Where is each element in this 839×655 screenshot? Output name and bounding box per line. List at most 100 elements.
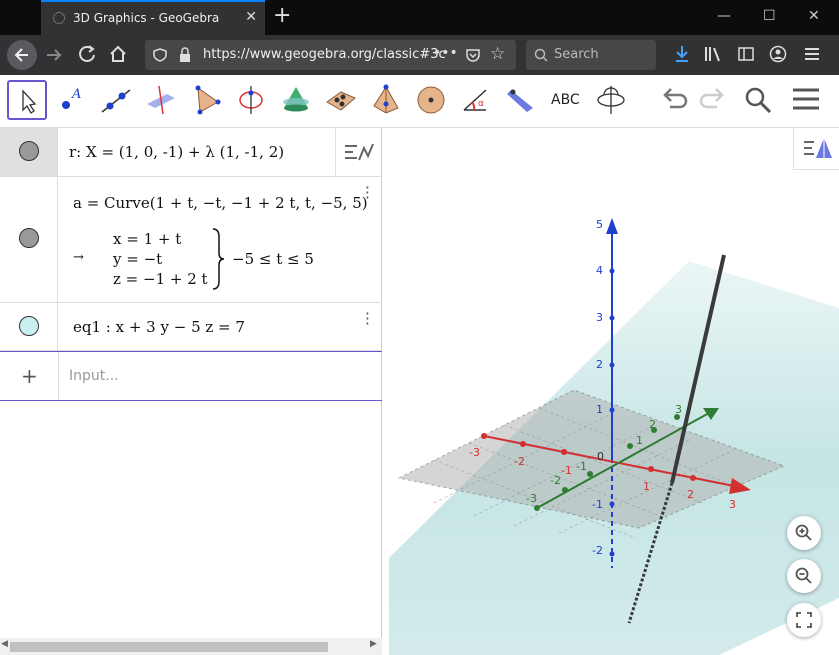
line-tool[interactable]	[96, 80, 136, 120]
visibility-toggle[interactable]	[19, 141, 39, 161]
z-tick-4: 4	[596, 264, 603, 277]
y-tick-1: 1	[636, 434, 643, 447]
download-icon[interactable]	[674, 45, 690, 63]
add-icon[interactable]: +	[21, 364, 38, 388]
account-icon[interactable]	[769, 45, 787, 63]
forward-icon[interactable]	[44, 45, 64, 65]
zoom-out-button[interactable]	[787, 559, 821, 593]
sphere-icon	[417, 86, 445, 114]
library-icon[interactable]	[704, 45, 722, 63]
browser-tabbar: 3D Graphics - GeoGebra ✕ + — ☐ ✕	[0, 0, 839, 35]
maximize-icon[interactable]: ☐	[763, 8, 776, 24]
more-options-icon[interactable]: · · ·	[365, 180, 370, 206]
lock-icon	[180, 47, 190, 62]
x-tick-m3: -3	[469, 446, 480, 459]
pyramid-tool[interactable]	[366, 80, 406, 120]
sphere-tool[interactable]	[411, 80, 451, 120]
fullscreen-button[interactable]	[787, 603, 821, 637]
back-arrow-icon	[14, 48, 28, 62]
loading-icon	[53, 12, 65, 24]
row-marker	[0, 177, 58, 302]
search-field[interactable]: Search	[526, 40, 656, 70]
window-close-icon[interactable]: ✕	[808, 8, 820, 24]
point-icon: A	[62, 87, 81, 109]
graphics-3d-canvas[interactable]: 5 4 3 2 1 -1 -2 -3 -2 -1 1 2 3 -3 -2 -1 …	[389, 128, 839, 655]
text-tool[interactable]: ABC	[546, 80, 586, 120]
line-definition: r: X = (1, 0, -1) + λ (1, -1, 2)	[69, 143, 285, 161]
new-tab-icon[interactable]: +	[273, 4, 291, 28]
svg-text:α: α	[478, 99, 484, 109]
z-axis-arrow	[606, 218, 618, 234]
curve-y: y = −t	[113, 250, 163, 268]
close-tab-icon[interactable]: ✕	[245, 9, 257, 25]
fullscreen-icon	[796, 612, 812, 628]
perpendicular-plane-icon	[147, 85, 175, 115]
zoom-in-button[interactable]	[787, 516, 821, 550]
algebra-row-line[interactable]: r: X = (1, 0, -1) + λ (1, -1, 2)	[0, 128, 382, 177]
y-tick-m3: -3	[526, 492, 537, 505]
plane-equation: eq1 : x + 3 y − 5 z = 7	[73, 318, 245, 336]
graphics-style-icon	[804, 138, 832, 158]
browser-navbar: https://www.geogebra.org/classic#3c ••• …	[0, 35, 839, 75]
reload-icon[interactable]	[77, 44, 97, 64]
svg-text:A: A	[71, 87, 81, 102]
polygon-tool[interactable]	[186, 80, 226, 120]
point-tool[interactable]: A	[52, 80, 92, 120]
x-tick-m1: -1	[561, 464, 572, 477]
zoom-in-icon	[795, 524, 812, 541]
angle-icon: α	[463, 89, 487, 111]
horizontal-scrollbar[interactable]: ◀ ▶	[0, 638, 382, 655]
undo-icon[interactable]	[660, 85, 690, 113]
algebra-row-curve[interactable]: a = Curve(1 + t, −t, −1 + 2 t, t, −5, 5)…	[0, 177, 382, 303]
algebra-style-toggle[interactable]	[335, 128, 382, 177]
menu-icon[interactable]	[803, 45, 821, 63]
url-bar[interactable]: https://www.geogebra.org/classic#3c ••• …	[145, 40, 516, 70]
rotate-3d-icon	[597, 86, 625, 114]
browser-tab[interactable]: 3D Graphics - GeoGebra ✕	[41, 0, 265, 35]
hamburger-menu-icon[interactable]	[791, 85, 821, 113]
sidebar-icon[interactable]	[737, 45, 755, 63]
redo-icon[interactable]	[697, 85, 727, 113]
graphics-3d-view[interactable]: 5 4 3 2 1 -1 -2 -3 -2 -1 1 2 3 -3 -2 -1 …	[389, 128, 839, 655]
parameter-range: −5 ≤ t ≤ 5	[232, 250, 314, 268]
algebra-style-icon	[345, 143, 374, 161]
visibility-toggle[interactable]	[19, 316, 39, 336]
y-tick-3: 3	[675, 403, 682, 416]
triangle-icon	[195, 85, 221, 115]
algebra-input-row[interactable]: + Input...	[0, 351, 382, 401]
home-icon[interactable]	[108, 44, 128, 64]
line-icon	[101, 89, 131, 113]
algebra-view: r: X = (1, 0, -1) + λ (1, -1, 2) a = Cur…	[0, 128, 382, 655]
visibility-toggle[interactable]	[19, 228, 39, 248]
tab-title: 3D Graphics - GeoGebra	[73, 11, 220, 25]
perpendicular-tool[interactable]	[141, 80, 181, 120]
intersect-surfaces-tool[interactable]	[276, 80, 316, 120]
move-tool[interactable]	[7, 80, 47, 120]
back-button[interactable]	[7, 40, 37, 70]
plane-through-points-tool[interactable]	[321, 80, 361, 120]
shield-icon[interactable]	[153, 48, 167, 62]
search-placeholder: Search	[554, 47, 599, 62]
y-tick-m2: -2	[550, 474, 561, 487]
scroll-right-icon[interactable]: ▶	[370, 639, 377, 649]
y-tick-2: 2	[649, 418, 656, 431]
more-options-icon[interactable]: · · ·	[365, 306, 370, 332]
plane-points-icon	[326, 91, 356, 111]
search-icon[interactable]	[743, 85, 773, 115]
cone-intersect-icon	[283, 87, 309, 112]
page-actions-icon[interactable]: •••	[433, 45, 458, 61]
algebra-row-plane[interactable]: eq1 : x + 3 y − 5 z = 7 · · ·	[0, 303, 382, 351]
z-tick-m2: -2	[592, 544, 603, 557]
rotate-view-tool[interactable]	[591, 80, 631, 120]
scroll-thumb[interactable]	[10, 642, 328, 652]
scroll-left-icon[interactable]: ◀	[1, 639, 8, 649]
minimize-icon[interactable]: —	[717, 8, 731, 24]
angle-tool[interactable]: α	[456, 80, 496, 120]
bookmark-star-icon[interactable]: ☆	[490, 44, 505, 64]
graphics-style-toggle[interactable]	[793, 128, 839, 170]
pocket-icon[interactable]	[465, 47, 481, 63]
reflect-tool[interactable]	[501, 80, 541, 120]
circle-around-line-icon	[239, 86, 263, 114]
x-tick-3: 3	[729, 498, 736, 511]
circle-axis-tool[interactable]	[231, 80, 271, 120]
